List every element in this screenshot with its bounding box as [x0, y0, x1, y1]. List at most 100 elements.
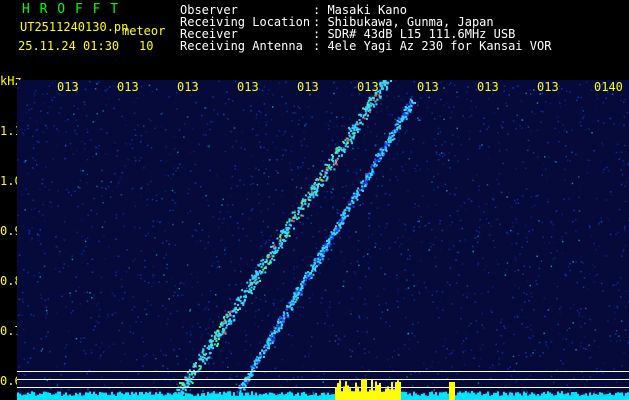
- noise-speckle: [305, 123, 307, 125]
- baseline-bar: [279, 394, 281, 400]
- noise-speckle: [166, 263, 168, 266]
- noise-speckle: [519, 124, 521, 127]
- noise-speckle: [560, 306, 562, 308]
- noise-speckle: [440, 152, 443, 154]
- baseline-bar: [51, 394, 53, 400]
- signal-spike: [381, 391, 383, 400]
- noise-speckle: [547, 346, 549, 349]
- noise-speckle: [166, 323, 168, 325]
- noise-speckle: [238, 264, 241, 266]
- noise-speckle: [180, 294, 183, 296]
- noise-speckle: [60, 107, 62, 109]
- noise-speckle: [396, 300, 399, 302]
- meteor-trail-point: [311, 184, 314, 187]
- meteor-trail-point: [313, 183, 316, 186]
- noise-speckle: [535, 280, 537, 282]
- noise-speckle: [370, 202, 373, 204]
- noise-speckle: [482, 257, 484, 260]
- noise-speckle: [365, 303, 368, 305]
- meteor-trail-point: [229, 314, 232, 317]
- noise-speckle: [165, 254, 167, 256]
- noise-speckle: [312, 390, 315, 392]
- noise-speckle: [169, 209, 171, 212]
- noise-speckle: [226, 211, 229, 213]
- noise-speckle: [333, 126, 335, 128]
- noise-speckle: [405, 288, 407, 290]
- noise-speckle: [217, 316, 220, 318]
- noise-speckle: [578, 239, 580, 242]
- meteor-trail-point: [198, 353, 201, 356]
- noise-speckle: [296, 306, 299, 308]
- baseline-bar: [403, 391, 405, 400]
- noise-speckle: [82, 250, 85, 252]
- meteor-trail-point: [176, 388, 179, 391]
- meteor-trail-point: [232, 315, 235, 318]
- meteor-trail-point: [356, 123, 359, 126]
- x-tick-1: 013: [57, 80, 79, 94]
- noise-speckle: [104, 90, 107, 92]
- noise-speckle: [80, 337, 82, 340]
- noise-speckle: [551, 388, 554, 390]
- meteor-trail-point: [357, 128, 360, 131]
- noise-speckle: [529, 130, 532, 132]
- noise-speckle: [582, 262, 584, 264]
- noise-speckle: [258, 141, 261, 143]
- meteor-trail-point: [369, 111, 372, 114]
- noise-speckle: [28, 109, 30, 111]
- noise-speckle: [397, 95, 400, 97]
- noise-speckle: [177, 294, 179, 297]
- noise-speckle: [42, 131, 45, 133]
- noise-speckle: [569, 269, 571, 272]
- meteor-trail-point: [367, 105, 370, 108]
- noise-speckle: [23, 268, 25, 271]
- noise-speckle: [232, 204, 234, 206]
- meteor-trail-point: [239, 300, 242, 302]
- noise-speckle: [133, 112, 136, 114]
- noise-speckle: [428, 222, 430, 224]
- noise-speckle: [517, 85, 519, 87]
- noise-speckle: [624, 185, 626, 187]
- baseline-bar: [331, 394, 333, 400]
- noise-speckle: [24, 374, 26, 376]
- meteor-trail-point: [334, 227, 337, 230]
- noise-speckle: [470, 114, 473, 117]
- meteor-trail-point: [332, 237, 334, 240]
- noise-speckle: [91, 226, 93, 228]
- noise-speckle: [291, 335, 294, 337]
- noise-speckle: [142, 365, 144, 367]
- noise-speckle: [428, 96, 430, 99]
- meteor-trail-point: [217, 342, 219, 345]
- noise-speckle: [575, 219, 577, 221]
- noise-speckle: [472, 179, 474, 182]
- noise-speckle: [23, 134, 25, 136]
- noise-speckle: [436, 153, 438, 155]
- datetime-label: 25.11.24 01:30: [18, 39, 120, 53]
- noise-speckle: [357, 249, 359, 251]
- noise-speckle: [166, 367, 169, 370]
- noise-speckle: [474, 301, 476, 303]
- meteor-trail-point: [356, 191, 359, 194]
- noise-speckle: [137, 316, 139, 318]
- noise-speckle: [565, 90, 568, 92]
- noise-speckle: [468, 116, 471, 118]
- meteor-trail-point: [307, 205, 310, 208]
- meteor-trail-point: [366, 114, 369, 117]
- meteor-trail-point: [378, 95, 381, 98]
- noise-speckle: [550, 252, 552, 254]
- noise-speckle: [65, 344, 68, 346]
- baseline-bar: [107, 395, 109, 400]
- baseline-bar: [543, 391, 545, 400]
- noise-speckle: [340, 250, 343, 253]
- noise-speckle: [164, 174, 167, 177]
- noise-speckle: [557, 120, 559, 123]
- meteor-trail-point: [266, 341, 269, 344]
- meteor-trail-point: [308, 278, 311, 281]
- noise-speckle: [301, 231, 303, 234]
- noise-speckle: [456, 210, 459, 212]
- noise-speckle: [46, 127, 48, 129]
- baseline-bar: [503, 391, 505, 400]
- noise-speckle: [325, 111, 328, 113]
- noise-speckle: [540, 121, 542, 123]
- noise-speckle: [369, 256, 372, 258]
- baseline-bar: [577, 393, 579, 400]
